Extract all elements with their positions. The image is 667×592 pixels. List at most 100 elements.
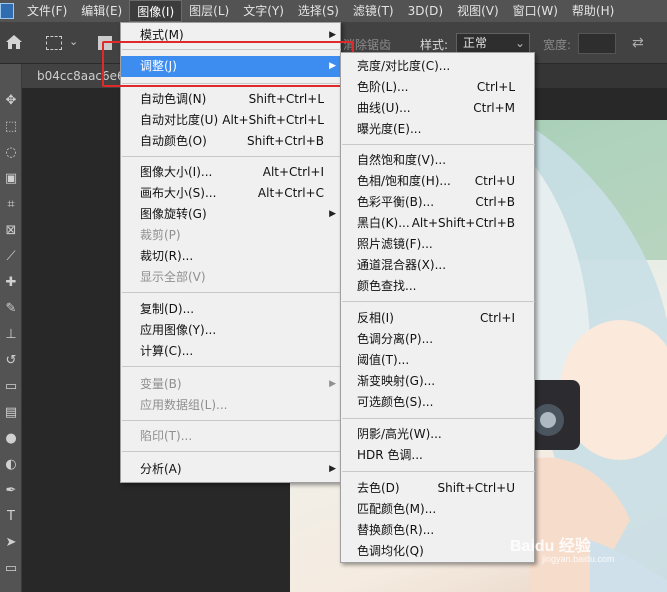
menu-item-levels[interactable]: 色阶(L)... Ctrl+L — [341, 77, 534, 98]
menu-item-label: 图像旋转(G) — [140, 207, 207, 221]
menu-item-label: 自动颜色(O) — [140, 134, 207, 148]
menu-item-vibrance[interactable]: 自然饱和度(V)... — [341, 150, 534, 171]
menu-item-label: 色彩平衡(B)... — [357, 195, 435, 209]
menu-item-gradient-map[interactable]: 渐变映射(G)... — [341, 371, 534, 392]
menu-filter[interactable]: 滤镜(T) — [346, 0, 401, 22]
eyedropper-tool-icon[interactable]: ⟋ — [3, 250, 19, 264]
width-input[interactable] — [578, 33, 616, 54]
menu-item-shortcut: Alt+Ctrl+C — [257, 186, 324, 200]
home-icon[interactable] — [5, 34, 23, 50]
menu-item-replace-color[interactable]: 替换颜色(R)... — [341, 520, 534, 541]
tool-bar: ✥ ⬚ ◌ ▣ ⌗ ⊠ ⟋ ✚ ✎ ⊥ ↺ ▭ ▤ ● ◐ ✒ T ➤ ▭ — [0, 64, 22, 592]
path-select-tool-icon[interactable]: ➤ — [3, 536, 19, 550]
menu-item-desaturate[interactable]: 去色(D) Shift+Ctrl+U — [341, 478, 534, 499]
menu-item-analysis[interactable]: 分析(A) ▶ — [121, 459, 340, 480]
menu-item-invert[interactable]: 反相(I) Ctrl+I — [341, 308, 534, 329]
menu-item-label: 变量(B) — [140, 377, 182, 391]
chevron-down-icon[interactable]: ⌄ — [69, 35, 78, 48]
menu-item-image-rotation[interactable]: 图像旋转(G) ▶ — [121, 204, 340, 225]
menu-item-reveal-all: 显示全部(V) — [121, 267, 340, 288]
menu-item-hue-saturation[interactable]: 色相/饱和度(H)... Ctrl+U — [341, 171, 534, 192]
type-tool-icon[interactable]: T — [3, 510, 19, 524]
menu-select[interactable]: 选择(S) — [291, 0, 346, 22]
menu-3d[interactable]: 3D(D) — [401, 0, 450, 22]
menu-item-channel-mixer[interactable]: 通道混合器(X)... — [341, 255, 534, 276]
menu-item-apply-image[interactable]: 应用图像(Y)... — [121, 320, 340, 341]
pen-tool-icon[interactable]: ✒ — [3, 484, 19, 498]
menu-item-auto-color[interactable]: 自动颜色(O) Shift+Ctrl+B — [121, 131, 340, 152]
menu-item-label: 陷印(T)... — [140, 429, 193, 443]
menu-item-posterize[interactable]: 色调分离(P)... — [341, 329, 534, 350]
menu-item-label: 复制(D)... — [140, 302, 195, 316]
menu-item-auto-contrast[interactable]: 自动对比度(U) Alt+Shift+Ctrl+L — [121, 110, 340, 131]
menu-bar: 文件(F) 编辑(E) 图像(I) 图层(L) 文字(Y) 选择(S) 滤镜(T… — [0, 0, 667, 22]
menu-item-label: 曲线(U)... — [357, 101, 411, 115]
stamp-tool-icon[interactable]: ⊥ — [3, 328, 19, 342]
crop-tool-icon[interactable]: ⌗ — [3, 198, 19, 212]
menu-item-label: 阴影/高光(W)... — [357, 427, 442, 441]
dodge-tool-icon[interactable]: ◐ — [3, 458, 19, 472]
quick-select-tool-icon[interactable]: ▣ — [3, 172, 19, 186]
move-tool-icon[interactable]: ✥ — [3, 94, 19, 108]
menu-item-label: 黑白(K)... — [357, 216, 410, 230]
menu-window[interactable]: 窗口(W) — [506, 0, 565, 22]
menu-item-color-lookup[interactable]: 颜色查找... — [341, 276, 534, 297]
menu-item-shortcut: Shift+Ctrl+L — [248, 92, 324, 106]
menu-item-auto-tone[interactable]: 自动色调(N) Shift+Ctrl+L — [121, 89, 340, 110]
gradient-tool-icon[interactable]: ▤ — [3, 406, 19, 420]
menu-view[interactable]: 视图(V) — [450, 0, 506, 22]
menu-layer[interactable]: 图层(L) — [182, 0, 236, 22]
callout-highlight-box — [102, 41, 354, 87]
menu-item-image-size[interactable]: 图像大小(I)... Alt+Ctrl+I — [121, 162, 340, 183]
swap-icon[interactable]: ⇄ — [632, 35, 644, 51]
menu-item-label: 分析(A) — [140, 462, 182, 476]
menu-image[interactable]: 图像(I) — [129, 0, 183, 22]
menu-help[interactable]: 帮助(H) — [565, 0, 621, 22]
style-value: 正常 — [463, 36, 488, 50]
submenu-arrow-icon: ▶ — [329, 464, 336, 474]
menu-item-calculations[interactable]: 计算(C)... — [121, 341, 340, 362]
menu-item-label: 反相(I) — [357, 311, 394, 325]
menu-edit[interactable]: 编辑(E) — [74, 0, 129, 22]
menu-item-shadows-highlights[interactable]: 阴影/高光(W)... — [341, 424, 534, 445]
brush-tool-icon[interactable]: ✎ — [3, 302, 19, 316]
submenu-arrow-icon: ▶ — [329, 209, 336, 219]
menu-item-label: 色阶(L)... — [357, 80, 409, 94]
style-select[interactable]: 正常 ⌄ — [456, 33, 530, 54]
adjustments-submenu: 亮度/对比度(C)... 色阶(L)... Ctrl+L 曲线(U)... Ctrl… — [340, 52, 535, 563]
menu-item-trim[interactable]: 裁切(R)... — [121, 246, 340, 267]
history-brush-tool-icon[interactable]: ↺ — [3, 354, 19, 368]
menu-item-threshold[interactable]: 阈值(T)... — [341, 350, 534, 371]
menu-item-match-color[interactable]: 匹配颜色(M)... — [341, 499, 534, 520]
menu-item-brightness-contrast[interactable]: 亮度/对比度(C)... — [341, 56, 534, 77]
menu-file[interactable]: 文件(F) — [20, 0, 74, 22]
menu-item-black-white[interactable]: 黑白(K)... Alt+Shift+Ctrl+B — [341, 213, 534, 234]
frame-tool-icon[interactable]: ⊠ — [3, 224, 19, 238]
menu-item-crop: 裁剪(P) — [121, 225, 340, 246]
menu-item-label: 照片滤镜(F)... — [357, 237, 433, 251]
menu-item-selective-color[interactable]: 可选颜色(S)... — [341, 392, 534, 413]
photoshop-app-icon[interactable] — [0, 3, 14, 19]
menu-item-label: 自然饱和度(V)... — [357, 153, 447, 167]
menu-type[interactable]: 文字(Y) — [236, 0, 291, 22]
menu-item-label: 曝光度(E)... — [357, 122, 422, 136]
menu-item-shortcut: Alt+Shift+Ctrl+L — [222, 113, 324, 127]
menu-item-exposure[interactable]: 曝光度(E)... — [341, 119, 534, 140]
menu-item-label: 裁切(R)... — [140, 249, 194, 263]
menu-item-duplicate[interactable]: 复制(D)... — [121, 299, 340, 320]
eraser-tool-icon[interactable]: ▭ — [3, 380, 19, 394]
blur-tool-icon[interactable]: ● — [3, 432, 19, 446]
shape-tool-icon[interactable]: ▭ — [3, 562, 19, 576]
menu-item-hdr-toning[interactable]: HDR 色调... — [341, 445, 534, 466]
menu-item-equalize[interactable]: 色调均化(Q) — [341, 541, 534, 562]
menu-item-label: 计算(C)... — [140, 344, 194, 358]
rect-marquee-icon[interactable] — [46, 36, 62, 50]
menu-item-color-balance[interactable]: 色彩平衡(B)... Ctrl+B — [341, 192, 534, 213]
width-label: 宽度: — [543, 38, 572, 52]
menu-item-canvas-size[interactable]: 画布大小(S)... Alt+Ctrl+C — [121, 183, 340, 204]
menu-item-curves[interactable]: 曲线(U)... Ctrl+M — [341, 98, 534, 119]
menu-item-photo-filter[interactable]: 照片滤镜(F)... — [341, 234, 534, 255]
marquee-tool-icon[interactable]: ⬚ — [3, 120, 19, 134]
healing-brush-tool-icon[interactable]: ✚ — [3, 276, 19, 290]
lasso-tool-icon[interactable]: ◌ — [3, 146, 19, 160]
